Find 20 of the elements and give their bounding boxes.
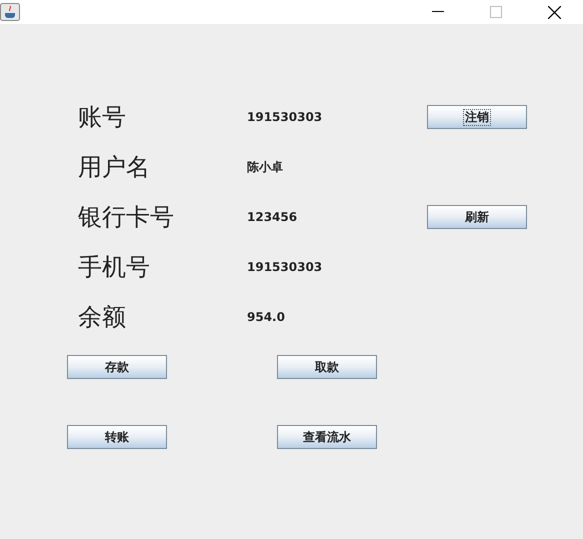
action-button[interactable]: 转账 bbox=[67, 425, 167, 449]
field-value: 191530303 bbox=[247, 259, 324, 276]
maximize-icon bbox=[490, 6, 502, 18]
field-label: 手机号 bbox=[78, 252, 151, 283]
field-label: 用户名 bbox=[78, 152, 151, 183]
field-value: 陈小卓 bbox=[247, 159, 284, 176]
action-button[interactable]: 注销 bbox=[427, 105, 527, 129]
coffee-cup-icon bbox=[0, 3, 20, 21]
action-button[interactable]: 取款 bbox=[277, 355, 377, 379]
close-icon bbox=[548, 6, 560, 18]
action-button[interactable]: 刷新 bbox=[427, 205, 527, 229]
field-value: 123456 bbox=[247, 209, 298, 226]
field-label: 银行卡号 bbox=[78, 202, 175, 233]
minimize-icon bbox=[432, 11, 444, 13]
field-value: 191530303 bbox=[247, 109, 324, 126]
action-button[interactable]: 查看流水 bbox=[277, 425, 377, 449]
field-label: 余额 bbox=[78, 302, 127, 333]
field-label: 账号 bbox=[78, 102, 127, 133]
field-value: 954.0 bbox=[247, 309, 286, 326]
action-button[interactable]: 存款 bbox=[67, 355, 167, 379]
